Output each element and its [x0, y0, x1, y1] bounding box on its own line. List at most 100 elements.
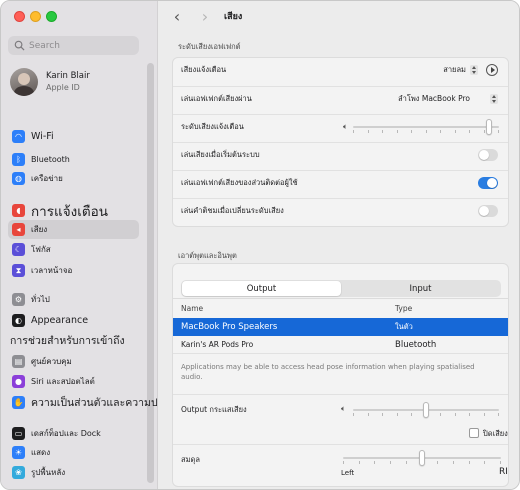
sidebar-item-display[interactable]: ☀ แสดง	[8, 443, 139, 462]
mute-label: ปิดเสียง	[483, 429, 508, 438]
column-name[interactable]: Name	[181, 299, 203, 318]
device-type: Bluetooth	[395, 339, 437, 350]
sidebar-item-label: Wi-Fi	[31, 131, 54, 142]
startup-sound-toggle[interactable]	[478, 149, 498, 161]
slider-tick	[343, 461, 344, 464]
search-input[interactable]	[29, 40, 129, 51]
slider-tick	[382, 130, 383, 133]
main-pane: ‹ › เสียง ระดับเสียงเอฟเฟกต์ เสียงแจ้งเต…	[158, 1, 519, 489]
sidebar-item-bell[interactable]: ◖ การแจ้งเตือน	[8, 201, 139, 220]
zoom-window-button[interactable]	[46, 11, 57, 22]
sidebar-item-siri[interactable]: ● Siri และสปอตไลต์	[8, 372, 139, 391]
sidebar-item-dock[interactable]: ▭ เดสก์ท็อปและ Dock	[8, 424, 139, 443]
slider-tick	[390, 461, 392, 464]
speaker-low-icon: 🔈︎	[343, 122, 348, 131]
slider-tick	[483, 130, 485, 133]
sidebar-item-bluetooth[interactable]: ᛒ Bluetooth	[8, 150, 139, 169]
sidebar-item-section: การช่วยสำหรับการเข้าถึง	[8, 331, 139, 350]
balance-slider[interactable]	[343, 450, 501, 466]
play-through-label: เล่นเอฟเฟกต์เสียงผ่าน	[181, 93, 252, 103]
sidebar-item-gear[interactable]: ⚙ ทั่วไป	[8, 290, 139, 309]
toolbar: ‹ › เสียง	[158, 1, 519, 31]
forward-button[interactable]: ›	[196, 7, 214, 26]
slider-tick	[411, 130, 412, 133]
sidebar-item-label: เดสก์ท็อปและ Dock	[31, 429, 101, 438]
sidebar-item-label: เสียง	[31, 225, 48, 234]
sidebar-item-hourglass[interactable]: ⧗ เวลาหน้าจอ	[8, 261, 139, 280]
column-type[interactable]: Type	[395, 299, 412, 318]
moon-icon: ☾	[12, 243, 25, 256]
sidebar-item-label: Bluetooth	[31, 155, 70, 164]
page-title: เสียง	[224, 12, 243, 22]
sidebar-item-label: การช่วยสำหรับการเข้าถึง	[10, 335, 125, 347]
table-row[interactable]: Karin's AR Pods Pro Bluetooth	[173, 336, 508, 354]
search-field[interactable]	[8, 36, 139, 55]
wifi-icon: ◠	[12, 130, 25, 143]
sidebar-item-globe[interactable]: ◍ เครือข่าย	[8, 169, 139, 188]
globe-icon: ◍	[12, 172, 25, 185]
slider-tick	[367, 130, 369, 133]
sidebar-item-wifi[interactable]: ◠ Wi-Fi	[8, 127, 139, 146]
minimize-window-button[interactable]	[30, 11, 41, 22]
tab-output[interactable]: Output	[182, 281, 341, 296]
slider-tick	[468, 461, 470, 464]
siri-icon: ●	[12, 375, 25, 388]
close-window-button[interactable]	[14, 11, 25, 22]
search-icon	[14, 40, 25, 51]
slider-tick	[469, 130, 470, 133]
slider-tick	[498, 413, 499, 416]
alert-sound-popup[interactable]: สายลม	[443, 64, 478, 76]
slider-knob[interactable]	[419, 450, 425, 466]
ui-effects-label: เล่นเอฟเฟกต์เสียงของส่วนติดต่อผู้ใช้	[181, 177, 298, 187]
slider-tick	[437, 461, 439, 464]
sidebar-item-label: การแจ้งเตือน	[31, 203, 108, 220]
sound-effects-heading: ระดับเสียงเอฟเฟกต์	[178, 42, 241, 51]
sidebar-item-label: เวลาหน้าจอ	[31, 266, 73, 275]
sidebar-item-label: ทั่วไป	[31, 295, 50, 304]
slider-tick	[484, 461, 486, 464]
sidebar-item-label: ศูนย์ควบคุม	[31, 357, 72, 366]
slider-tick	[454, 413, 456, 416]
play-alert-button[interactable]	[486, 64, 498, 76]
sidebar: Karin Blair Apple ID ◠ Wi-Fi ᛒ Bluetooth ◍ เค…	[1, 1, 190, 489]
sidebar-item-control-center[interactable]: ▤ ศูนย์ควบคุม	[8, 352, 139, 371]
popup-arrows-icon	[490, 93, 498, 104]
slider-knob[interactable]	[486, 119, 492, 135]
device-type: ในตัว	[395, 322, 413, 331]
display-icon: ☀	[12, 446, 25, 459]
sidebar-item-hand[interactable]: ✋ ความเป็นส่วนตัวและความปลอดภัย	[8, 393, 190, 412]
sidebar-item-appearance[interactable]: ◐ Appearance	[8, 311, 139, 330]
alert-volume-slider[interactable]	[353, 119, 499, 135]
slider-knob[interactable]	[423, 402, 429, 418]
slider-tick	[469, 413, 470, 416]
table-row[interactable]: MacBook Pro Speakers ในตัว	[173, 318, 508, 336]
sidebar-item-wallpaper[interactable]: ❀ รูปพื้นหลัง	[8, 463, 139, 482]
sidebar-item-speaker[interactable]: ◂ เสียง	[8, 220, 139, 239]
apple-id-profile[interactable]: Karin Blair Apple ID	[10, 66, 140, 98]
slider-tick	[425, 130, 427, 133]
play-through-popup[interactable]: ลำโพง MacBook Pro	[398, 93, 498, 105]
output-volume-slider[interactable]	[353, 402, 499, 418]
sidebar-item-moon[interactable]: ☾ โฟกัส	[8, 240, 139, 259]
back-button[interactable]: ‹	[168, 7, 186, 26]
spatial-audio-note: Applications may be able to access head …	[181, 363, 475, 381]
slider-tick	[374, 461, 376, 464]
ui-effects-toggle[interactable]	[478, 177, 498, 189]
slider-tick	[483, 413, 485, 416]
slider-tick	[367, 413, 369, 416]
sidebar-scrollbar[interactable]	[147, 63, 154, 483]
profile-text: Karin Blair Apple ID	[46, 71, 90, 93]
slider-tick	[411, 413, 412, 416]
tab-input[interactable]: Input	[341, 281, 500, 296]
bell-icon: ◖	[12, 204, 25, 217]
sidebar-item-label: Siri และสปอตไลต์	[31, 377, 95, 386]
alert-volume-row: ระดับเสียงแจ้งเตือน 🔈︎	[173, 114, 508, 138]
output-volume-label: Output กระแสเสียง	[181, 404, 247, 414]
slider-track	[353, 126, 499, 128]
volume-feedback-toggle[interactable]	[478, 205, 498, 217]
slider-tick	[452, 461, 454, 464]
mute-checkbox[interactable]	[469, 428, 479, 438]
device-table-header: Name Type	[173, 298, 508, 318]
hourglass-icon: ⧗	[12, 264, 25, 277]
slider-tick	[498, 130, 499, 133]
